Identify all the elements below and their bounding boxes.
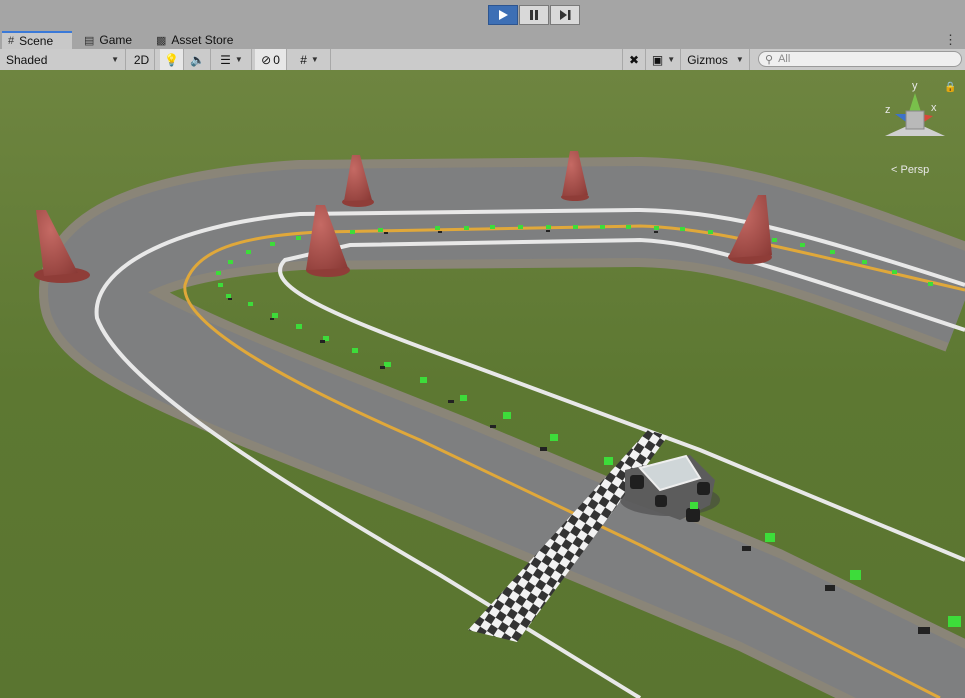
hidden-objects-toggle[interactable]: ⊘ 0	[255, 49, 287, 70]
lighting-toggle[interactable]: 💡	[160, 49, 184, 70]
play-button[interactable]	[488, 5, 518, 25]
chevron-down-icon: ▼	[735, 55, 744, 64]
gizmos-label: Gizmos	[687, 52, 728, 67]
lock-icon[interactable]: 🔒	[944, 82, 956, 93]
play-controls	[488, 5, 581, 25]
pause-icon	[530, 10, 538, 20]
toggle-2d-button[interactable]: 2D	[129, 49, 155, 70]
audio-toggle[interactable]: 🔈	[185, 49, 211, 70]
search-icon: ⚲	[765, 53, 774, 66]
gizmos-dropdown[interactable]: Gizmos ▼	[682, 49, 750, 70]
gizmo-y-label: y	[912, 80, 918, 92]
grid-icon: #	[8, 35, 15, 47]
gizmo-z-label: z	[885, 104, 891, 116]
scene-viewport[interactable]: y x z	[0, 70, 965, 698]
eye-off-icon: ⊘	[261, 52, 272, 67]
grid-icon: #	[300, 52, 307, 67]
lightbulb-icon: 💡	[164, 52, 179, 67]
chevron-down-icon: ▼	[234, 55, 243, 64]
toggle-2d-label: 2D	[133, 52, 150, 67]
tools-button[interactable]: ✖	[622, 49, 646, 70]
tools-icon: ✖	[628, 52, 640, 67]
shading-mode-label: Shaded	[6, 52, 48, 67]
camera-icon: ▣	[651, 52, 664, 67]
chevron-down-icon: ▼	[667, 55, 676, 64]
pause-button[interactable]	[519, 5, 549, 25]
more-options-icon[interactable]: ⋮	[944, 32, 957, 48]
bag-icon: ▩	[156, 34, 167, 47]
play-icon	[499, 10, 508, 20]
step-icon	[559, 10, 570, 20]
tab-game-label: Game	[99, 33, 133, 47]
gizmo-center-cube[interactable]	[905, 110, 925, 130]
gamepad-icon: ▤	[84, 34, 95, 47]
chevron-down-icon: ▼	[310, 55, 319, 64]
camera-dropdown[interactable]: ▣ ▼	[647, 49, 681, 70]
tab-asset-store-label: Asset Store	[171, 33, 234, 47]
top-toolbar	[0, 0, 965, 31]
speaker-icon: 🔈	[190, 52, 205, 67]
layers-icon: ☰	[220, 52, 231, 67]
view-tab-bar: # Scene ▤ Game ▩ Asset Store	[0, 31, 965, 50]
search-placeholder: All	[778, 53, 791, 65]
hidden-count: 0	[273, 52, 280, 67]
step-button[interactable]	[550, 5, 580, 25]
gizmo-x-label: x	[931, 102, 937, 114]
tab-asset-store[interactable]: ▩ Asset Store	[150, 31, 250, 49]
grid-dropdown[interactable]: # ▼	[289, 49, 331, 70]
scene-search-input[interactable]: ⚲ All	[758, 51, 962, 67]
tab-scene-label: Scene	[19, 34, 54, 48]
shading-mode-dropdown[interactable]: Shaded ▼	[0, 49, 126, 70]
tab-scene[interactable]: # Scene	[2, 31, 72, 49]
tab-game[interactable]: ▤ Game	[78, 31, 148, 49]
scene-render: y x z	[0, 70, 965, 698]
effects-dropdown[interactable]: ☰ ▼	[212, 49, 252, 70]
projection-toggle[interactable]: < Persp	[891, 164, 929, 176]
chevron-down-icon: ▼	[111, 55, 119, 64]
